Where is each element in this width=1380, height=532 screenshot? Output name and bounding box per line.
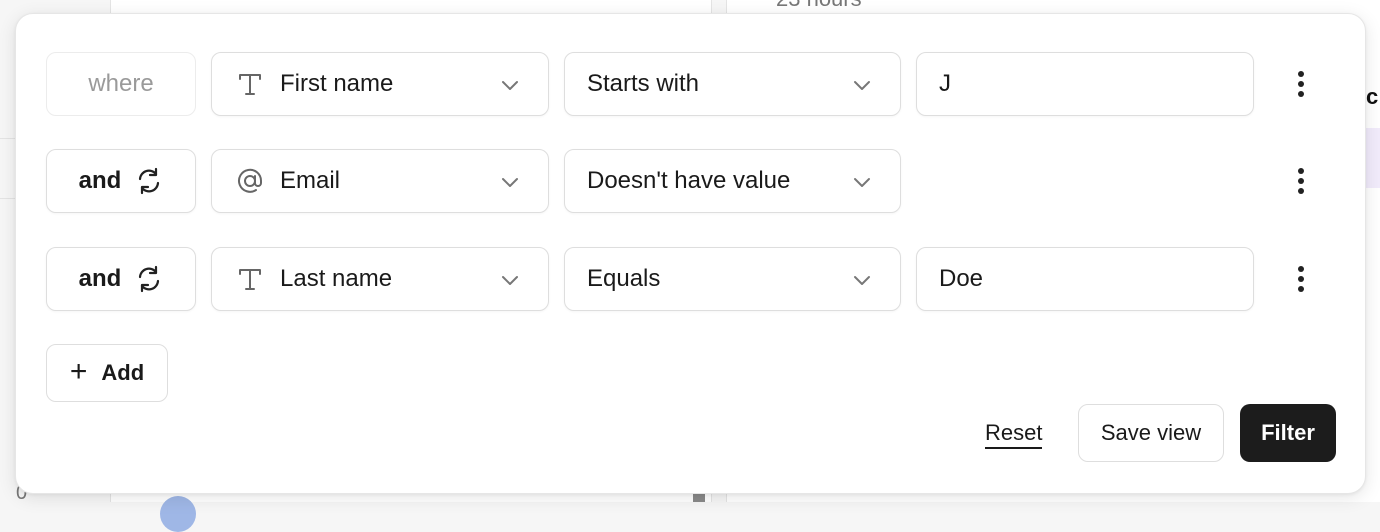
row-options-icon[interactable] [1287, 68, 1315, 100]
add-rule-button[interactable]: + Add [46, 344, 168, 402]
operator-select[interactable]: Doesn't have value [564, 149, 901, 213]
chevron-down-icon [502, 81, 518, 90]
filter-rule-row: and Email Doesn't have value [46, 149, 1346, 215]
chevron-down-icon [854, 178, 870, 187]
swap-icon [135, 167, 163, 195]
row-options-icon[interactable] [1287, 263, 1315, 295]
at-sign-icon [236, 167, 264, 195]
background-avatar [160, 496, 196, 532]
operator-select[interactable]: Equals [564, 247, 901, 311]
save-view-button[interactable]: Save view [1078, 404, 1224, 462]
value-input-text: J [939, 70, 951, 97]
field-select-value: Last name [280, 265, 393, 292]
text-type-icon [236, 265, 264, 293]
field-select[interactable]: Last name [211, 247, 549, 311]
operator-select-value: Equals [587, 265, 661, 292]
value-input-text: Doe [939, 265, 984, 292]
swap-icon [135, 265, 163, 293]
chevron-down-icon [502, 178, 518, 187]
value-input[interactable]: J [916, 52, 1254, 116]
field-select-value: First name [280, 70, 394, 97]
chevron-down-icon [854, 81, 870, 90]
field-select[interactable]: Email [211, 149, 549, 213]
row-options-icon[interactable] [1287, 165, 1315, 197]
add-rule-label: Add [101, 360, 145, 385]
operator-select[interactable]: Starts with [564, 52, 901, 116]
value-input[interactable]: Doe [916, 247, 1254, 311]
operator-select-value: Starts with [587, 70, 700, 97]
conjunction-where-label: where [46, 52, 196, 116]
text-type-icon [236, 70, 264, 98]
reset-link[interactable]: Reset [985, 420, 1043, 449]
conjunction-toggle-button[interactable]: and [46, 149, 196, 213]
background-scrollbar[interactable] [693, 494, 705, 502]
background-edge-text: c [1366, 84, 1379, 109]
filter-rule-row: and Last name Equals Doe [46, 247, 1346, 313]
conjunction-toggle-button[interactable]: and [46, 247, 196, 311]
field-select[interactable]: First name [211, 52, 549, 116]
operator-select-value: Doesn't have value [587, 167, 791, 194]
field-select-value: Email [280, 167, 341, 194]
filter-popover: where First name Starts with J and Email… [15, 13, 1366, 494]
plus-icon: + [69, 354, 88, 388]
background-time-text: 23 hours [776, 0, 862, 12]
chevron-down-icon [854, 276, 870, 285]
chevron-down-icon [502, 276, 518, 285]
apply-filter-button[interactable]: Filter [1240, 404, 1336, 462]
conjunction-label: and [78, 265, 122, 292]
filter-rule-row: where First name Starts with J [46, 52, 1346, 118]
conjunction-label: and [78, 167, 122, 194]
conjunction-label: where [88, 70, 154, 97]
